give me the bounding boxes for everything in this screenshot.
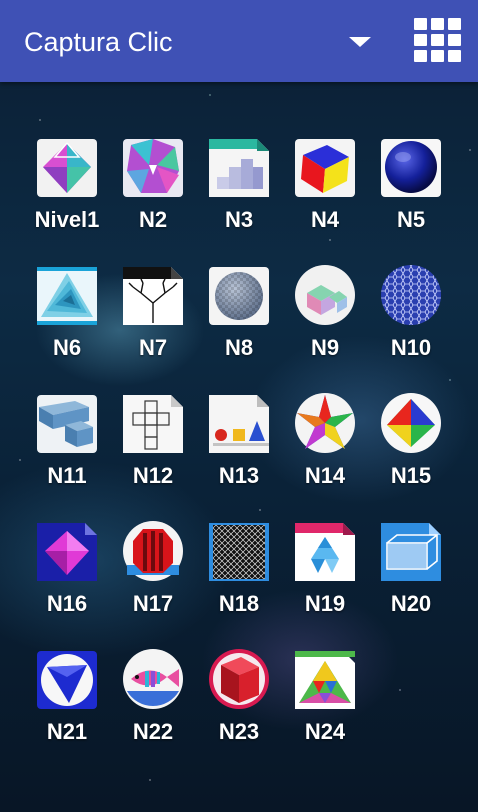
app-n20[interactable]: N20: [368, 516, 454, 644]
app-n9[interactable]: N9: [282, 260, 368, 388]
app-n7[interactable]: N7: [110, 260, 196, 388]
app-n22[interactable]: N22: [110, 644, 196, 772]
app-label: N22: [132, 719, 174, 744]
app-label: N12: [132, 463, 174, 488]
checkered-sphere-icon: [207, 263, 271, 327]
wireframe-box-icon: [379, 519, 443, 583]
app-label: N23: [218, 719, 260, 744]
app-label: N10: [390, 335, 432, 360]
app-n4[interactable]: N4: [282, 132, 368, 260]
magenta-octahedron-icon: [35, 519, 99, 583]
colored-octahedron-icon: [379, 391, 443, 455]
red-prism-icon: [121, 519, 185, 583]
app-nivel1[interactable]: Nivel1: [24, 132, 110, 260]
fish-icon: [121, 647, 185, 711]
stepped-blocks-icon: [207, 135, 271, 199]
triangle-mosaic-icon: [293, 519, 357, 583]
app-label: N13: [218, 463, 260, 488]
star-polyhedron-icon: [293, 391, 357, 455]
app-label: N17: [132, 591, 174, 616]
app-n21[interactable]: N21: [24, 644, 110, 772]
block-shapes-icon: [35, 391, 99, 455]
app-label: N8: [224, 335, 254, 360]
app-label: N16: [46, 591, 88, 616]
app-n18[interactable]: N18: [196, 516, 282, 644]
app-n15[interactable]: N15: [368, 388, 454, 516]
app-label: N5: [396, 207, 426, 232]
isometric-stairs-icon: [293, 263, 357, 327]
app-n5[interactable]: N5: [368, 132, 454, 260]
app-label: N24: [304, 719, 346, 744]
app-n2[interactable]: N2: [110, 132, 196, 260]
red-cube-icon: [207, 647, 271, 711]
dropdown-arrow-icon[interactable]: [340, 26, 378, 56]
app-n17[interactable]: N17: [110, 516, 196, 644]
app-label: N6: [52, 335, 82, 360]
app-n13[interactable]: N13: [196, 388, 282, 516]
app-label: N18: [218, 591, 260, 616]
spiral-triangle-icon: [35, 263, 99, 327]
app-label: N19: [304, 591, 346, 616]
app-label: N21: [46, 719, 88, 744]
app-n24[interactable]: N24: [282, 644, 368, 772]
app-label: N4: [310, 207, 340, 232]
app-n3[interactable]: N3: [196, 132, 282, 260]
app-label: N14: [304, 463, 346, 488]
app-n19[interactable]: N19: [282, 516, 368, 644]
app-n10[interactable]: N10: [368, 260, 454, 388]
pattern-strip-icon: [207, 519, 271, 583]
tangram-icon: [293, 647, 357, 711]
app-title: Captura Clic: [24, 27, 173, 57]
geometric-solids-icon: [207, 391, 271, 455]
blue-sphere-icon: [379, 135, 443, 199]
app-label: N7: [138, 335, 168, 360]
cube-net-icon: [121, 391, 185, 455]
fractal-tree-icon: [121, 263, 185, 327]
blue-tetrahedron-icon: [35, 647, 99, 711]
app-grid: Nivel1 N2 N3 N4 N5 N6 N7 N8 N9 N10 N11 N…: [24, 132, 456, 772]
app-label: N2: [138, 207, 168, 232]
grid-view-icon[interactable]: [414, 18, 462, 64]
app-label: N15: [390, 463, 432, 488]
app-label: N3: [224, 207, 254, 232]
hexagon-pattern-icon: [379, 263, 443, 327]
app-n14[interactable]: N14: [282, 388, 368, 516]
app-n6[interactable]: N6: [24, 260, 110, 388]
app-label: Nivel1: [34, 207, 100, 232]
app-label: N9: [310, 335, 340, 360]
app-n12[interactable]: N12: [110, 388, 196, 516]
octahedron-icon: [35, 135, 99, 199]
app-n16[interactable]: N16: [24, 516, 110, 644]
app-bar: Captura Clic: [0, 0, 478, 82]
app-n8[interactable]: N8: [196, 260, 282, 388]
app-n23[interactable]: N23: [196, 644, 282, 772]
stellated-polyhedron-icon: [121, 135, 185, 199]
app-label: N20: [390, 591, 432, 616]
app-label: N11: [47, 463, 87, 488]
app-n11[interactable]: N11: [24, 388, 110, 516]
colored-cube-icon: [293, 135, 357, 199]
